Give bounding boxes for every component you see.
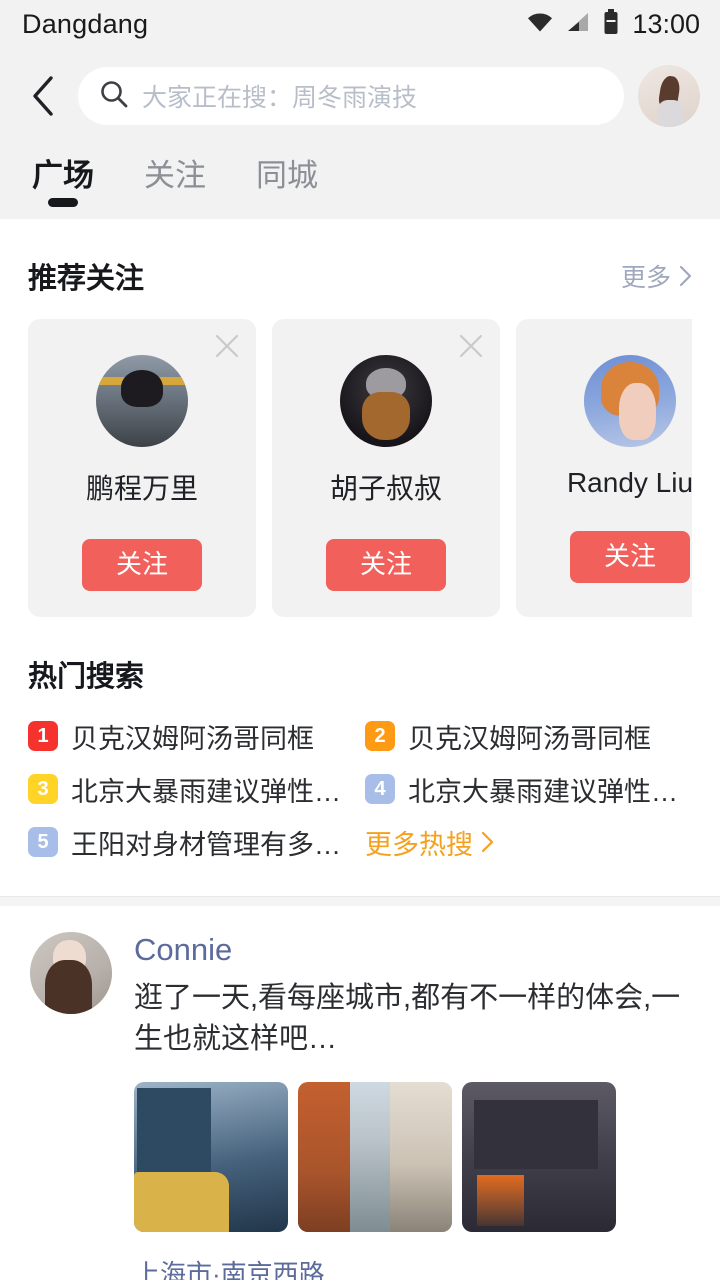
hot-search-header: 热门搜索 — [28, 617, 692, 717]
battery-icon — [603, 8, 619, 40]
tab-bar: 广场 关注 同城 — [0, 144, 720, 219]
recommend-more-label: 更多 — [620, 264, 671, 292]
card-avatar — [584, 355, 676, 447]
search-header: 大家正在搜：周冬雨演技 — [0, 48, 720, 144]
tab-label: 广场 — [32, 158, 94, 193]
card-username: 鹏程万里 — [85, 473, 198, 504]
post-username[interactable]: Connie — [134, 932, 692, 968]
hot-search-list: 1 贝克汉姆阿汤哥同框 2 贝克汉姆阿汤哥同框 3 北京大暴雨建议弹性… 4 北… — [28, 717, 692, 896]
card-username: Randy Liu — [566, 467, 692, 498]
post-avatar[interactable] — [30, 931, 112, 1014]
post-body: Connie 逛了一天,看每座城市,都有不一样的体会,一生也就这样吧… 上海市·… — [134, 932, 692, 1280]
hot-search-text: 北京大暴雨建议弹性… — [408, 776, 678, 807]
tab-active-indicator — [48, 198, 78, 207]
avatar[interactable] — [638, 65, 700, 127]
wifi-icon — [527, 12, 553, 37]
list-item[interactable]: 2 贝克汉姆阿汤哥同框 — [365, 717, 692, 756]
page-title: 推荐关注 — [28, 263, 145, 295]
post-image-grid — [134, 1082, 692, 1233]
hot-search-text: 王阳对身材管理有多… — [71, 829, 341, 860]
recommend-card-list: 鹏程万里 关注 胡子叔叔 关注 Randy Liu 关注 — [28, 319, 692, 617]
rank-badge: 1 — [28, 721, 58, 752]
close-icon[interactable] — [458, 333, 484, 364]
card-username: 胡子叔叔 — [329, 473, 442, 504]
section-divider — [0, 895, 720, 906]
hot-search-text: 贝克汉姆阿汤哥同框 — [408, 723, 651, 754]
recommend-card[interactable]: 胡子叔叔 关注 — [272, 319, 500, 617]
recommend-more-link[interactable]: 更多 — [621, 258, 692, 294]
recommend-header: 推荐关注 更多 — [28, 219, 692, 319]
follow-button[interactable]: 关注 — [569, 531, 690, 583]
hot-search-section: 热门搜索 1 贝克汉姆阿汤哥同框 2 贝克汉姆阿汤哥同框 3 北京大暴雨建议弹性… — [0, 616, 720, 896]
close-icon[interactable] — [214, 333, 240, 364]
search-input[interactable]: 大家正在搜：周冬雨演技 — [78, 67, 624, 125]
post-image[interactable] — [298, 1082, 452, 1233]
card-avatar — [340, 355, 432, 447]
search-placeholder: 大家正在搜：周冬雨演技 — [142, 84, 418, 112]
carrier-label: Dangdang — [22, 8, 149, 39]
follow-button[interactable]: 关注 — [325, 539, 446, 591]
chevron-left-icon — [33, 76, 53, 116]
follow-button[interactable]: 关注 — [81, 539, 202, 591]
recommend-card[interactable]: Randy Liu 关注 — [516, 319, 692, 617]
chevron-right-icon — [481, 832, 494, 853]
more-hot-search-label: 更多热搜 — [365, 829, 473, 860]
rank-badge: 3 — [28, 774, 58, 805]
post-image[interactable] — [462, 1082, 616, 1233]
hot-search-text: 贝克汉姆阿汤哥同框 — [71, 723, 314, 754]
recommend-card[interactable]: 鹏程万里 关注 — [28, 319, 256, 617]
more-hot-search-link[interactable]: 更多热搜 — [365, 823, 692, 862]
signal-icon — [566, 12, 590, 37]
rank-badge: 4 — [365, 774, 395, 805]
hot-search-text: 北京大暴雨建议弹性… — [71, 776, 341, 807]
tab-guangchang[interactable]: 广场 — [30, 150, 96, 209]
status-icons: 13:00 — [527, 8, 700, 40]
rank-badge: 2 — [365, 721, 395, 752]
list-item[interactable]: 1 贝克汉姆阿汤哥同框 — [28, 717, 355, 756]
recommend-follow-section: 推荐关注 更多 鹏程万里 关注 胡子叔叔 关注 Randy Liu 关注 — [0, 219, 720, 617]
tab-label: 同城 — [256, 158, 318, 193]
tab-label: 关注 — [144, 158, 206, 193]
card-avatar — [96, 355, 188, 447]
post-text: 逛了一天,看每座城市,都有不一样的体会,一生也就这样吧… — [134, 981, 681, 1056]
list-item[interactable]: 4 北京大暴雨建议弹性… — [365, 770, 692, 809]
hot-search-title: 热门搜索 — [28, 660, 145, 693]
chevron-right-icon — [679, 265, 692, 287]
status-bar: Dangdang 13:00 — [0, 0, 720, 48]
list-item[interactable]: 3 北京大暴雨建议弹性… — [28, 770, 355, 809]
rank-badge: 5 — [28, 827, 58, 858]
tab-tongcheng[interactable]: 同城 — [254, 150, 320, 209]
post-location[interactable]: 上海市·南京西路 — [134, 1254, 692, 1280]
post-image[interactable] — [134, 1082, 288, 1233]
feed-post[interactable]: Connie 逛了一天,看每座城市,都有不一样的体会,一生也就这样吧… 上海市·… — [0, 906, 720, 1280]
clock-label: 13:00 — [632, 8, 700, 39]
tab-guanzhu[interactable]: 关注 — [142, 150, 208, 209]
list-item[interactable]: 5 王阳对身材管理有多… — [28, 823, 355, 862]
back-button[interactable] — [22, 71, 64, 121]
search-icon — [100, 80, 128, 113]
avatar-image — [638, 65, 700, 127]
